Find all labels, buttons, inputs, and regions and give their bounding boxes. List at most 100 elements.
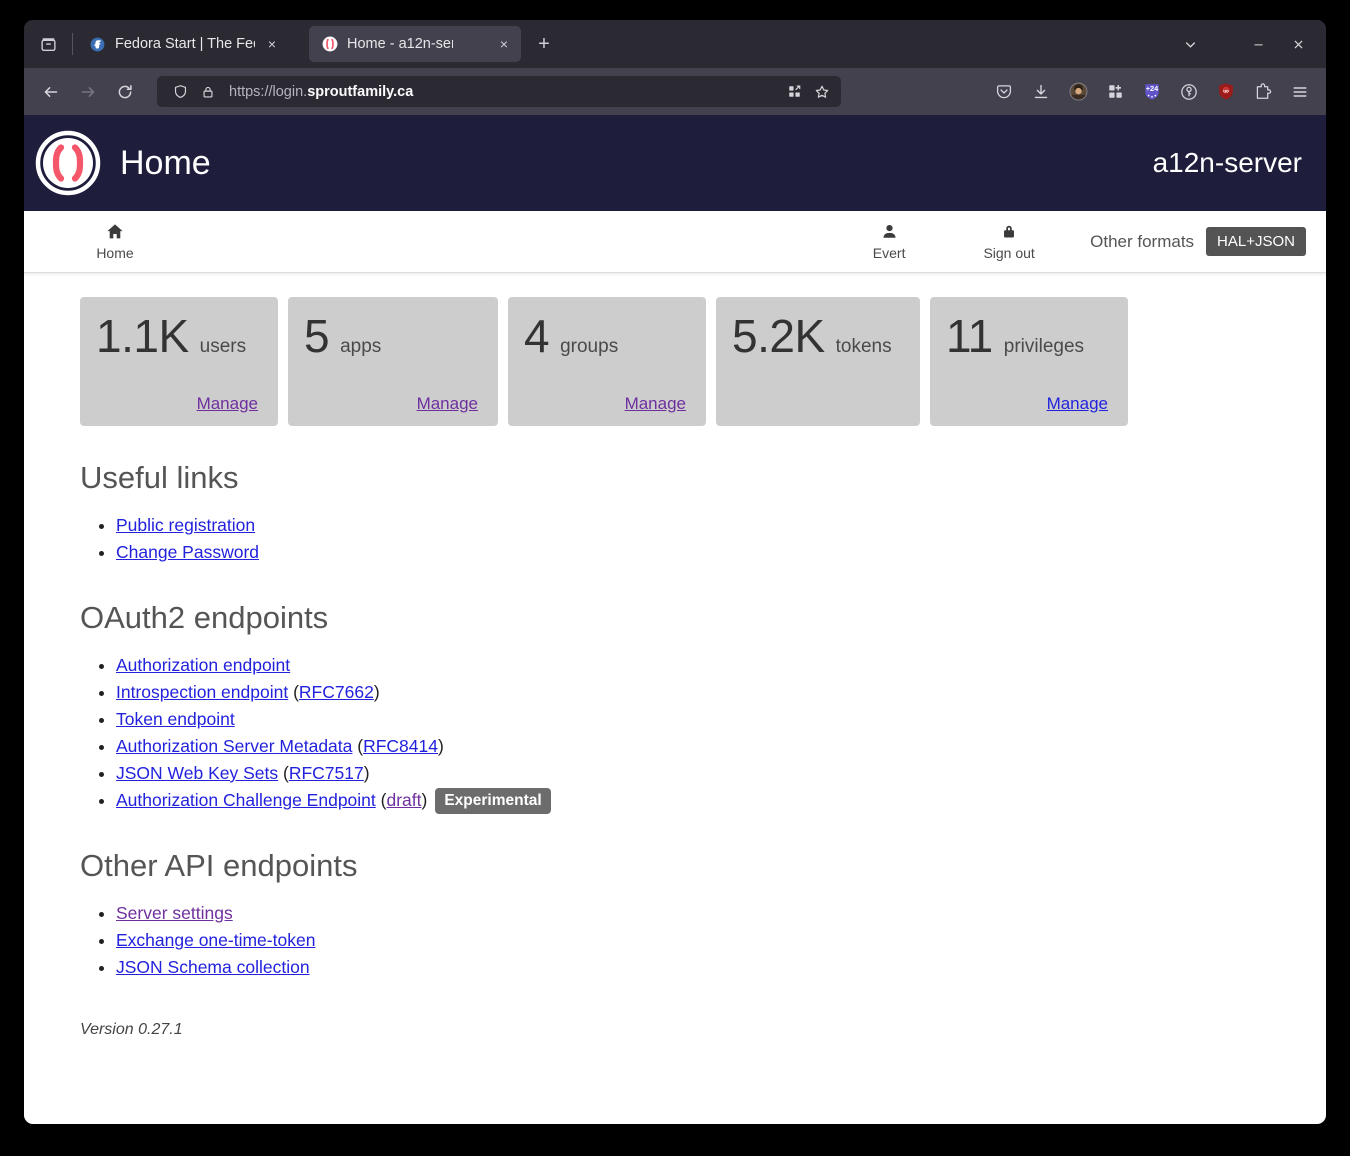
firefox-view-icon[interactable] <box>28 27 68 61</box>
chevron-down-icon[interactable] <box>1170 24 1210 64</box>
padlock-icon[interactable] <box>194 78 221 105</box>
list-item: Change Password <box>116 539 1270 566</box>
badge-count: +24 <box>1146 84 1159 93</box>
spec-reference-link[interactable]: RFC7662 <box>299 682 374 702</box>
site-brand: a12n-server <box>1152 147 1302 178</box>
stat-cards: 1.1K users Manage 5 apps Manage 4 groups Manage 5… <box>24 297 1326 426</box>
paren-open: ( <box>278 763 289 783</box>
reload-icon[interactable] <box>108 76 142 108</box>
endpoint-link[interactable]: Authorization endpoint <box>116 655 290 675</box>
paren-close: ) <box>363 763 370 783</box>
list-item: JSON Schema collection <box>116 954 1270 981</box>
list-item: Exchange one-time-token <box>116 927 1270 954</box>
application-menu-icon[interactable] <box>1284 76 1316 108</box>
endpoint-link[interactable]: Authorization Server Metadata <box>116 736 352 756</box>
tab-strip: Fedora Start | The Fedora × Home - a12n-… <box>24 20 1326 68</box>
stat-value: 11 <box>946 310 993 362</box>
split-view-icon[interactable] <box>781 78 808 105</box>
nav-item-user[interactable]: Evert <box>850 218 928 265</box>
endpoint-link[interactable]: Public registration <box>116 515 255 535</box>
stat-card-top: 1.1K users <box>96 310 258 362</box>
extensions-icon[interactable] <box>1099 76 1131 108</box>
back-arrow-icon[interactable] <box>34 76 68 108</box>
endpoint-link[interactable]: Exchange one-time-token <box>116 930 315 950</box>
close-window-button[interactable] <box>1278 24 1318 64</box>
nav-item-label: Home <box>96 245 134 261</box>
hal-json-button[interactable]: HAL+JSON <box>1206 227 1306 256</box>
bitwarden-badge-24-icon[interactable]: +24 <box>1136 76 1168 108</box>
manage-link-groups[interactable]: Manage <box>625 394 686 414</box>
stat-value: 5 <box>304 310 330 362</box>
stat-value: 4 <box>524 310 550 362</box>
url-prefix: https://login. <box>229 83 308 100</box>
new-tab-button[interactable]: + <box>527 28 561 60</box>
site-header: Home a12n-server <box>24 115 1326 211</box>
list-item: Server settings <box>116 900 1270 927</box>
section-heading: Other API endpoints <box>80 848 358 883</box>
page-body: 1.1K users Manage 5 apps Manage 4 groups Manage 5… <box>24 273 1326 1039</box>
stat-card-tokens: 5.2K tokens <box>716 297 920 426</box>
endpoint-link[interactable]: Introspection endpoint <box>116 682 288 702</box>
stat-label: tokens <box>835 336 892 357</box>
minimize-button[interactable] <box>1238 24 1278 64</box>
manage-link-users[interactable]: Manage <box>197 394 258 414</box>
endpoint-link[interactable]: JSON Web Key Sets <box>116 763 278 783</box>
list-item: JSON Web Key Sets (RFC7517) <box>116 760 1270 787</box>
paren-close: ) <box>373 682 380 702</box>
stat-card-privileges: 11 privileges Manage <box>930 297 1128 426</box>
web-page-content: Home a12n-server Home Evert Sign out Oth… <box>24 115 1326 1124</box>
privacy-key-icon[interactable] <box>1173 76 1205 108</box>
spec-reference-link[interactable]: draft <box>386 790 421 810</box>
manage-link-apps[interactable]: Manage <box>417 394 478 414</box>
stat-label: groups <box>560 336 619 357</box>
nav-item-label: Evert <box>872 245 906 261</box>
list-item: Introspection endpoint (RFC7662) <box>116 679 1270 706</box>
content-sections: Useful links Public registration Change Pa… <box>24 460 1326 981</box>
downloads-icon[interactable] <box>1025 76 1057 108</box>
endpoint-link[interactable]: Authorization Challenge Endpoint <box>116 790 376 810</box>
endpoint-link[interactable]: Server settings <box>116 903 233 923</box>
stat-value: 1.1K <box>96 310 189 362</box>
nav-item-home[interactable]: Home <box>76 218 154 265</box>
puzzle-extension-icon[interactable] <box>1247 76 1279 108</box>
stat-card-top: 11 privileges <box>946 310 1108 362</box>
browser-tab-a12n-server[interactable]: Home - a12n-server × <box>309 26 521 62</box>
site-nav: Home Evert Sign out Other formats HAL+JS… <box>24 211 1326 273</box>
list-item: Authorization Server Metadata (RFC8414) <box>116 733 1270 760</box>
paren-close: ) <box>438 736 444 756</box>
list-item: Authorization Challenge Endpoint (draft)… <box>116 787 1270 814</box>
home-icon <box>106 222 124 241</box>
stat-card-top: 4 groups <box>524 310 686 362</box>
url-text[interactable]: https://login.sproutfamily.ca <box>229 84 781 100</box>
tracking-protection-shield-icon[interactable] <box>167 78 194 105</box>
browser-tab-fedora[interactable]: Fedora Start | The Fedora × <box>77 26 289 62</box>
tab-title: Fedora Start | The Fedora <box>115 36 255 52</box>
nav-item-signout[interactable]: Sign out <box>970 218 1048 265</box>
close-icon[interactable]: × <box>493 33 515 55</box>
lock-icon <box>1001 222 1017 241</box>
a12n-server-icon <box>321 36 338 53</box>
section-heading: Useful links <box>80 460 239 495</box>
other-formats-label: Other formats <box>1090 231 1195 251</box>
navigation-toolbar: https://login.sproutfamily.ca +24 uo <box>24 68 1326 115</box>
browser-window: Fedora Start | The Fedora × Home - a12n-… <box>24 20 1326 1124</box>
endpoint-link[interactable]: JSON Schema collection <box>116 957 310 977</box>
endpoint-link[interactable]: Change Password <box>116 542 259 562</box>
ublock-origin-icon[interactable]: uo <box>1210 76 1242 108</box>
link-list: Public registration Change Password <box>116 512 1270 566</box>
window-controls <box>1170 24 1322 64</box>
account-avatar-icon[interactable] <box>1062 76 1094 108</box>
spec-reference-link[interactable]: RFC7517 <box>289 763 364 783</box>
url-bar[interactable]: https://login.sproutfamily.ca <box>157 76 841 107</box>
close-icon[interactable]: × <box>261 33 283 55</box>
bookmark-star-icon[interactable] <box>808 78 835 105</box>
page-title: Home <box>120 143 211 182</box>
nav-right-group: Evert Sign out Other formats HAL+JSON <box>850 218 1306 265</box>
list-item: Public registration <box>116 512 1270 539</box>
forward-arrow-icon[interactable] <box>71 76 105 108</box>
pocket-icon[interactable] <box>988 76 1020 108</box>
spec-reference-link[interactable]: RFC8414 <box>363 736 438 756</box>
stat-card-users: 1.1K users Manage <box>80 297 278 426</box>
endpoint-link[interactable]: Token endpoint <box>116 709 235 729</box>
manage-link-privileges[interactable]: Manage <box>1047 394 1108 414</box>
